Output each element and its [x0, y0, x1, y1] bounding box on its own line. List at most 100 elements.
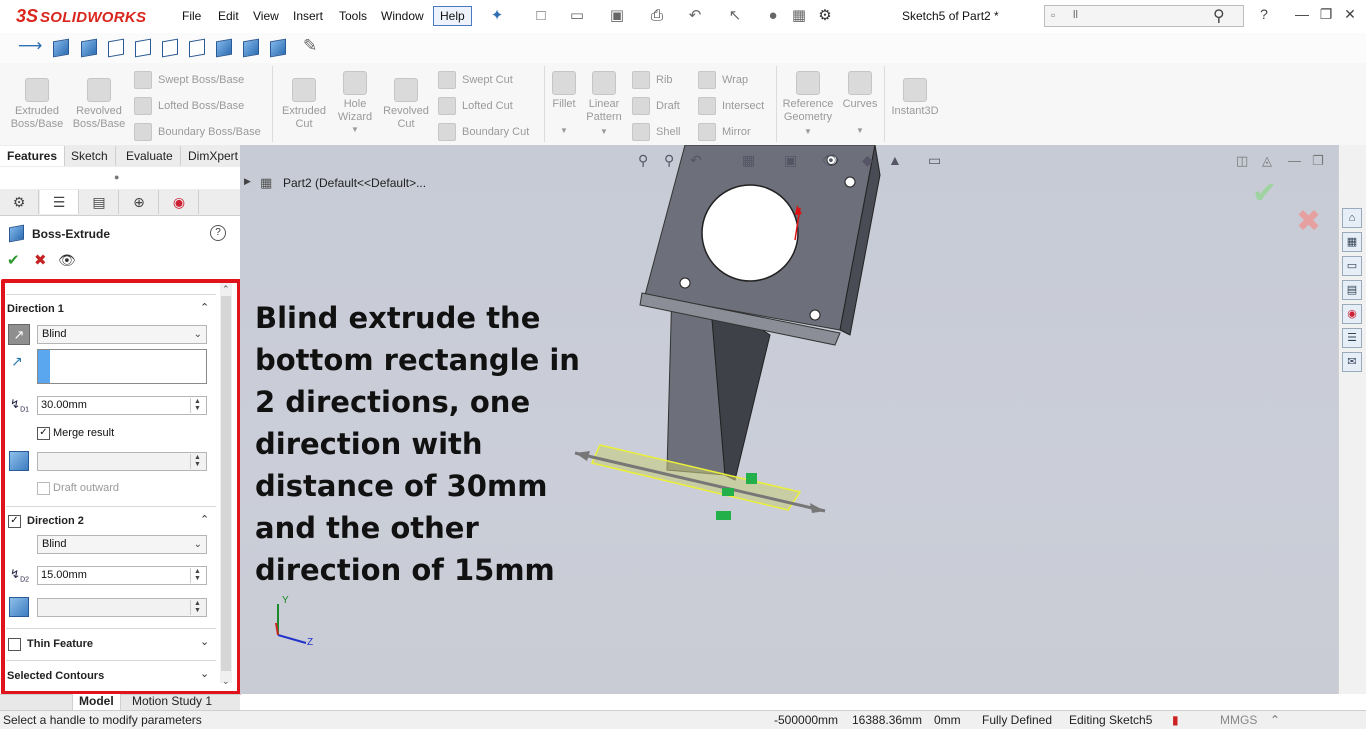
view-cube-icon-8[interactable]: [243, 38, 259, 58]
property-manager-tab-icon[interactable]: ☰: [40, 190, 79, 214]
zoom-area-icon[interactable]: ⚲: [664, 152, 674, 169]
rebuild-icon[interactable]: ●: [764, 7, 782, 25]
boundary-boss-button[interactable]: Boundary Boss/Base: [134, 123, 261, 141]
revolved-cut-button[interactable]: Revolved Cut: [378, 78, 434, 131]
viewport-minimize-button[interactable]: —: [1288, 153, 1301, 168]
forum-icon[interactable]: ✉: [1342, 352, 1362, 372]
expand-tree-icon[interactable]: ▶: [244, 176, 251, 187]
chevron-down-icon[interactable]: ▼: [838, 126, 882, 135]
revolved-boss-button[interactable]: Revolved Boss/Base: [70, 78, 128, 131]
home-icon[interactable]: ⌂: [1342, 208, 1362, 228]
menu-edit[interactable]: Edit: [218, 9, 239, 23]
rib-button[interactable]: Rib: [632, 71, 673, 89]
search-scope-icon[interactable]: ▫: [1051, 8, 1055, 22]
solidworks-logo-icon[interactable]: 3S: [16, 6, 38, 27]
extruded-cut-button[interactable]: Extruded Cut: [276, 78, 332, 131]
zoom-to-fit-icon[interactable]: ⚲: [638, 152, 648, 169]
view-cube-icon-6[interactable]: [189, 38, 205, 58]
origin-axis-icon[interactable]: ⟶: [18, 36, 42, 56]
viewport-tile-right-icon[interactable]: ◬: [1262, 153, 1272, 169]
panel-splitter-handle[interactable]: ●: [114, 172, 119, 182]
minimize-button[interactable]: —: [1292, 6, 1312, 22]
new-document-icon[interactable]: □: [532, 7, 550, 25]
view-cube-icon-2[interactable]: [81, 38, 97, 58]
extruded-boss-button[interactable]: Extruded Boss/Base: [8, 78, 66, 131]
undo-icon[interactable]: ↶: [686, 7, 704, 25]
tab-dimxpert[interactable]: DimXpert: [181, 146, 247, 166]
swept-cut-button[interactable]: Swept Cut: [438, 71, 513, 89]
chevron-down-icon[interactable]: ▼: [546, 126, 582, 135]
chevron-down-icon[interactable]: ▼: [778, 127, 838, 136]
save-icon[interactable]: ▣: [608, 7, 626, 25]
previous-view-icon[interactable]: ↶: [690, 152, 702, 169]
menu-insert[interactable]: Insert: [293, 9, 323, 23]
menu-view[interactable]: View: [253, 9, 279, 23]
print-icon[interactable]: ⎙: [648, 7, 666, 25]
hole-wizard-button[interactable]: Hole Wizard ▼: [327, 71, 383, 134]
lofted-cut-button[interactable]: Lofted Cut: [438, 97, 513, 115]
dimxpert-manager-tab-icon[interactable]: ⊕: [120, 190, 159, 214]
appearance-brush-icon[interactable]: ✎: [303, 36, 317, 56]
design-library-icon[interactable]: ▦: [1342, 232, 1362, 252]
apply-scene-icon[interactable]: ▲: [888, 152, 902, 168]
appearances-icon[interactable]: ◉: [1342, 304, 1362, 324]
wrap-button[interactable]: Wrap: [698, 71, 748, 89]
chevron-down-icon[interactable]: ▼: [580, 127, 628, 136]
swept-boss-button[interactable]: Swept Boss/Base: [134, 71, 244, 89]
feature-tree-root[interactable]: Part2 (Default<<Default>...: [283, 176, 426, 190]
menu-file[interactable]: File: [182, 9, 201, 23]
tab-model[interactable]: Model: [72, 694, 121, 711]
view-orientation-icon[interactable]: ▣: [784, 152, 797, 169]
lofted-boss-button[interactable]: Lofted Boss/Base: [134, 97, 244, 115]
units-chevron-up-icon[interactable]: ⌃: [1270, 713, 1280, 727]
feature-manager-tab-icon[interactable]: ⚙: [0, 190, 39, 214]
reference-geometry-button[interactable]: Reference Geometry ▼: [778, 71, 838, 136]
view-cube-icon-4[interactable]: [135, 38, 151, 58]
select-arrow-icon[interactable]: ↖: [726, 7, 744, 25]
menu-window[interactable]: Window: [381, 9, 424, 23]
fillet-button[interactable]: Fillet ▼: [546, 71, 582, 135]
curves-button[interactable]: Curves ▼: [838, 71, 882, 135]
status-units[interactable]: MMGS: [1220, 713, 1257, 727]
menu-tools[interactable]: Tools: [339, 9, 367, 23]
display-manager-tab-icon[interactable]: ◉: [160, 190, 199, 214]
open-folder-icon[interactable]: ▭: [568, 7, 586, 25]
chevron-down-icon[interactable]: ▼: [327, 125, 383, 134]
cancel-x-icon[interactable]: ✖: [34, 251, 47, 269]
tab-sketch[interactable]: Sketch: [64, 146, 116, 166]
sketch-relation-icon[interactable]: [746, 473, 757, 484]
sketch-relation-icon[interactable]: [716, 511, 731, 520]
menu-help[interactable]: Help: [433, 6, 472, 26]
boundary-cut-button[interactable]: Boundary Cut: [438, 123, 529, 141]
custom-properties-icon[interactable]: ☰: [1342, 328, 1362, 348]
confirmation-cancel-icon[interactable]: ✖: [1296, 204, 1321, 239]
view-cube-icon-9[interactable]: [270, 38, 286, 58]
close-button[interactable]: ✕: [1340, 6, 1360, 23]
intersect-button[interactable]: Intersect: [698, 97, 764, 115]
options-gear-icon[interactable]: ⚙: [816, 7, 834, 25]
pin-icon[interactable]: ✦: [488, 7, 506, 25]
tab-motion-study[interactable]: Motion Study 1: [126, 694, 218, 710]
file-properties-icon[interactable]: ▦: [790, 7, 808, 25]
draft-button[interactable]: Draft: [632, 97, 680, 115]
tab-evaluate[interactable]: Evaluate: [119, 146, 181, 166]
search-box[interactable]: ▫ ll ⚲: [1044, 5, 1244, 27]
edit-appearance-icon[interactable]: ◆: [862, 152, 873, 169]
tab-features[interactable]: Features: [0, 146, 66, 166]
search-icon[interactable]: ⚲: [1213, 6, 1225, 26]
mirror-button[interactable]: Mirror: [698, 123, 751, 141]
view-cube-icon-3[interactable]: [108, 38, 124, 58]
linear-pattern-button[interactable]: Linear Pattern ▼: [580, 71, 628, 136]
view-cube-icon-5[interactable]: [162, 38, 178, 58]
viewport-restore-button[interactable]: ❐: [1312, 153, 1324, 169]
file-explorer-icon[interactable]: ▭: [1342, 256, 1362, 276]
help-question-icon[interactable]: ?: [1254, 6, 1274, 22]
view-settings-icon[interactable]: ▭: [928, 152, 941, 169]
section-view-icon[interactable]: ▦: [742, 152, 755, 169]
restore-button[interactable]: ❐: [1316, 6, 1336, 23]
viewport-tile-left-icon[interactable]: ◫: [1236, 153, 1248, 169]
sketch-relation-icon[interactable]: [722, 488, 734, 496]
rebuild-status-icon[interactable]: ▮: [1172, 713, 1179, 727]
view-cube-icon-7[interactable]: [216, 38, 232, 58]
instant3d-button[interactable]: Instant3D: [886, 78, 944, 117]
